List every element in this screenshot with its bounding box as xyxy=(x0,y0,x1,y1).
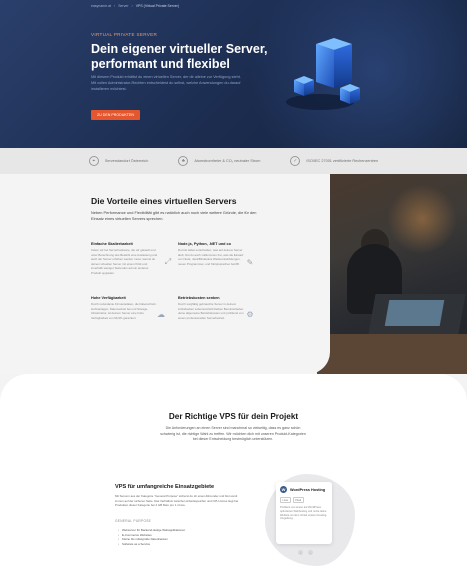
badge: Linux xyxy=(280,497,291,503)
feature-costs: Betriebskosten senken Durch sorgfältig g… xyxy=(178,296,246,320)
hero-title: Dein eigener virtueller Server, performa… xyxy=(91,42,268,71)
project-description: Die Anforderungen an einen Server sind m… xyxy=(160,426,306,442)
to-products-button[interactable]: ZU DEN PRODUKTEN xyxy=(91,110,140,120)
page: easyname.at › Server › VPS (Virtual Priv… xyxy=(0,0,467,576)
breadcrumb: easyname.at › Server › VPS (Virtual Priv… xyxy=(91,4,179,8)
feature-title: Node.js, Python, .NET und co xyxy=(178,242,231,246)
vps-category-description: Mit Servern aus der Kategorie "General P… xyxy=(115,494,239,508)
location-pin-icon: ⌖ xyxy=(88,156,99,166)
advantages-intro: Neben Performance und Flexibilität gibt … xyxy=(91,210,257,221)
code-icon: ✎ xyxy=(246,257,254,267)
advantages-section: Die Vorteile eines virtuellen Servers Ne… xyxy=(0,174,467,374)
scale-icon: ⤢ xyxy=(164,257,172,266)
feature-text: Durch redundante Firmanteilaten, die Dat… xyxy=(91,302,157,320)
strip-item-location: ⌖ Serverstandort Österreich xyxy=(88,156,149,166)
strip-label: ISO/IEC 27001 zertifizierte Rechenzentre… xyxy=(306,159,379,163)
server-cubes-illustration xyxy=(286,38,360,110)
hero-eyebrow: VIRTUAL PRIVATE SERVER xyxy=(91,32,158,37)
feature-title: Einfache Skalierbarkeit xyxy=(91,242,133,246)
feature-availability: Hohe Verfügbarkeit Durch redundante Firm… xyxy=(91,296,159,320)
strip-item-green-energy: ♣ Atomstromfreier & CO₂ neutraler Strom xyxy=(178,156,260,166)
feature-strip: ⌖ Serverstandort Österreich ♣ Atomstromf… xyxy=(0,148,467,174)
breadcrumb-current: VPS (Virtual Private Server) xyxy=(135,4,180,8)
hero-section: easyname.at › Server › VPS (Virtual Priv… xyxy=(0,0,467,148)
project-title: Der Richtige VPS für dein Projekt xyxy=(168,412,299,421)
breadcrumb-home-link[interactable]: easyname.at xyxy=(91,4,111,8)
strip-label: Atomstromfreier & CO₂ neutraler Strom xyxy=(194,159,261,163)
feature-languages: Node.js, Python, .NET und co Du bist dab… xyxy=(178,242,246,266)
carousel-controls: ‹ › xyxy=(298,550,313,555)
strip-label: Serverstandort Österreich xyxy=(104,159,149,163)
card-title: WordPress Hosting xyxy=(290,487,326,492)
vps-category-label: GENERAL PURPOSE xyxy=(115,519,152,523)
leaf-icon: ♣ xyxy=(178,156,189,166)
wordpress-logo-icon: W xyxy=(280,486,287,493)
breadcrumb-server-link[interactable]: Server xyxy=(118,4,128,8)
advantages-card: Die Vorteile eines virtuellen Servers Ne… xyxy=(0,174,330,374)
strip-item-certification: ✓ ISO/IEC 27001 zertifizierte Rechenzent… xyxy=(290,156,378,166)
breadcrumb-separator: › xyxy=(131,4,133,8)
developer-photo xyxy=(317,174,467,374)
vps-use-case-list: Webserver für Backend-lastige Webapplika… xyxy=(118,528,185,546)
carousel-prev-button[interactable]: ‹ xyxy=(298,550,303,555)
feature-title: Betriebskosten senken xyxy=(178,296,220,300)
feature-text: Du bist dabei entscheiden, was auf deine… xyxy=(178,248,244,266)
wordpress-hosting-card[interactable]: W WordPress Hosting Linux Plesk Profitie… xyxy=(276,482,332,544)
card-description: Profitiere von einem auf WordPress optim… xyxy=(280,506,328,521)
savings-icon: ⚙ xyxy=(246,309,254,319)
vps-selection-section: Der Richtige VPS für dein Projekt Die An… xyxy=(0,374,467,576)
feature-text: Durch sorgfältig gebrauchte Server in de… xyxy=(178,302,244,320)
server-icon: ☁ xyxy=(157,309,165,319)
certificate-icon: ✓ xyxy=(290,156,301,166)
feature-title: Hohe Verfügbarkeit xyxy=(91,296,126,300)
advantages-title: Die Vorteile eines virtuellen Servers xyxy=(91,196,237,206)
carousel-next-button[interactable]: › xyxy=(308,550,313,555)
feature-scalability: Einfache Skalierbarkeit Indem wir bei Se… xyxy=(91,242,159,276)
breadcrumb-separator: › xyxy=(114,4,116,8)
vps-category-title: VPS für umfangreiche Einsatzgebiete xyxy=(115,484,215,490)
hero-description: Mit diesem Produkt erhältst du einen vir… xyxy=(91,75,241,91)
badge: Plesk xyxy=(292,497,304,503)
list-item: Software as a Service xyxy=(118,542,185,547)
feature-text: Indem wir bei Serverhardware, die wir ge… xyxy=(91,248,158,275)
